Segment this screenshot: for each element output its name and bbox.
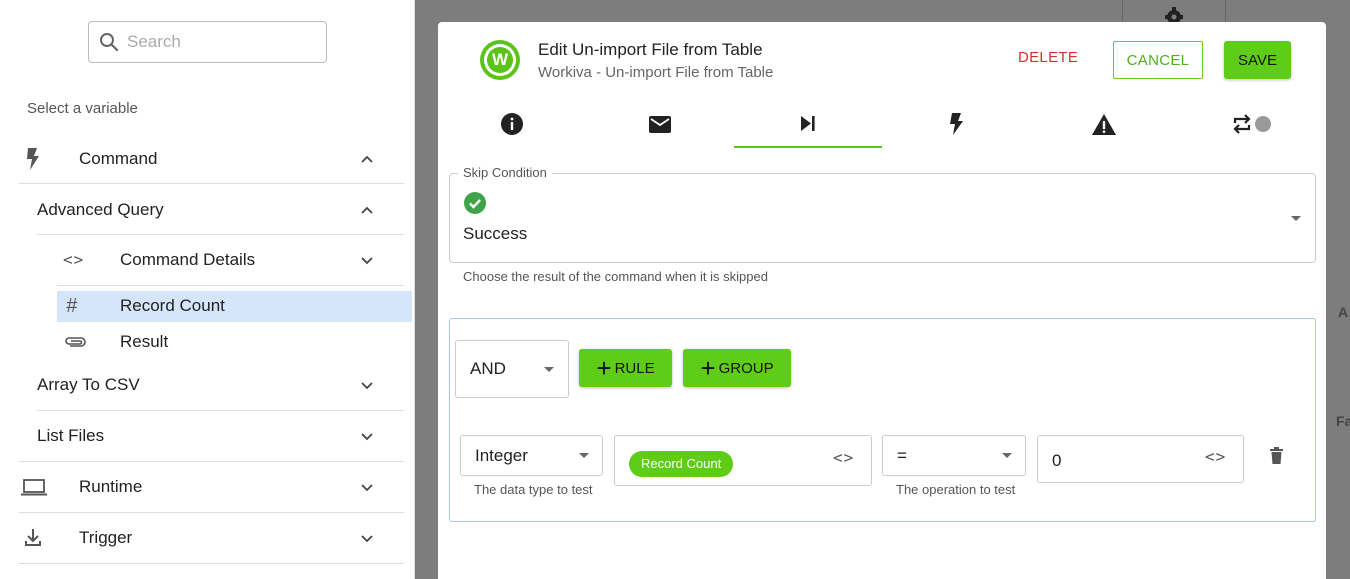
- variable-chip[interactable]: Record Count: [629, 451, 734, 477]
- value-input[interactable]: 0: [1052, 451, 1061, 471]
- operator-select[interactable]: =: [882, 435, 1026, 476]
- check-circle-icon: [464, 192, 486, 214]
- group-array-to-csv[interactable]: Array To CSV: [37, 366, 404, 404]
- laptop-icon: [21, 479, 47, 496]
- add-group-label: GROUP: [718, 359, 774, 377]
- data-type-value: Integer: [475, 446, 528, 465]
- skip-condition-helper: Choose the result of the command when it…: [463, 269, 768, 284]
- repeat-toggle-icon: [1233, 114, 1271, 134]
- divider: [19, 183, 404, 184]
- group-advanced-query[interactable]: Advanced Query: [37, 191, 404, 229]
- variable-field[interactable]: Record Count <>: [614, 435, 872, 486]
- chevron-down-icon[interactable]: [360, 429, 374, 443]
- divider: [19, 512, 404, 513]
- chevron-up-icon[interactable]: [360, 152, 374, 166]
- tab-notifications[interactable]: [586, 100, 734, 148]
- group-command-details-label: Command Details: [120, 250, 256, 269]
- backdrop-text: Fa: [1336, 413, 1350, 429]
- group-command-label: Command: [79, 149, 158, 168]
- group-list-files[interactable]: List Files: [37, 417, 404, 455]
- group-command[interactable]: Command: [19, 140, 404, 178]
- tab-repeat[interactable]: [1178, 100, 1326, 148]
- dropdown-arrow-icon[interactable]: [1291, 216, 1301, 221]
- value-field[interactable]: 0 <>: [1037, 435, 1244, 483]
- skip-condition-select[interactable]: [449, 173, 1316, 263]
- divider: [57, 285, 404, 286]
- dropdown-arrow-icon: [544, 367, 554, 372]
- delete-button[interactable]: DELETE: [1018, 49, 1078, 66]
- dialog-tabs: [438, 100, 1326, 148]
- chevron-down-icon[interactable]: [360, 480, 374, 494]
- search-input[interactable]: [127, 32, 317, 52]
- add-group-button[interactable]: + GROUP: [683, 349, 791, 387]
- chevron-down-icon[interactable]: [360, 531, 374, 545]
- group-runtime[interactable]: Runtime: [19, 468, 404, 506]
- code-icon[interactable]: <>: [1205, 447, 1226, 466]
- group-advanced-query-label: Advanced Query: [37, 200, 164, 219]
- tab-info[interactable]: [438, 100, 586, 148]
- data-type-helper: The data type to test: [474, 482, 593, 497]
- group-array-to-csv-label: Array To CSV: [37, 375, 140, 394]
- variable-panel: Select a variable Command Advanced Query…: [0, 0, 415, 579]
- info-icon: [501, 113, 523, 135]
- dropdown-arrow-icon: [1002, 453, 1012, 458]
- dropdown-arrow-icon: [579, 453, 589, 458]
- group-trigger-label: Trigger: [79, 528, 133, 547]
- skip-next-icon: [801, 115, 815, 131]
- download-arrow-icon: [25, 529, 41, 546]
- chevron-down-icon[interactable]: [360, 378, 374, 392]
- hash-icon: #: [66, 295, 78, 317]
- chevron-down-icon[interactable]: [360, 253, 374, 267]
- dialog-subtitle: Workiva - Un-import File from Table: [538, 64, 774, 81]
- group-command-details[interactable]: <> Command Details: [57, 241, 404, 279]
- cancel-button[interactable]: CANCEL: [1113, 41, 1203, 79]
- edit-command-dialog: W Edit Un-import File from Table Workiva…: [438, 22, 1326, 579]
- divider: [37, 234, 404, 235]
- trash-icon[interactable]: [1270, 447, 1283, 464]
- chevron-up-icon[interactable]: [360, 203, 374, 217]
- divider: [37, 410, 404, 411]
- variable-record-count[interactable]: # Record Count: [57, 291, 412, 322]
- tab-triggers[interactable]: [882, 100, 1030, 148]
- add-rule-button[interactable]: + RULE: [579, 349, 672, 387]
- skip-condition-label: Skip Condition: [458, 165, 552, 180]
- search-box[interactable]: [88, 21, 327, 63]
- add-rule-label: RULE: [614, 359, 655, 377]
- select-variable-label: Select a variable: [27, 100, 138, 117]
- code-icon: <>: [63, 250, 85, 269]
- divider: [19, 461, 404, 462]
- combinator-select[interactable]: AND: [455, 340, 569, 398]
- combinator-value: AND: [470, 359, 506, 378]
- workiva-logo-letter: W: [487, 47, 513, 73]
- tab-errors[interactable]: [1030, 100, 1178, 148]
- code-icon[interactable]: <>: [833, 448, 854, 467]
- data-type-select[interactable]: Integer: [460, 435, 603, 476]
- variable-record-count-label: Record Count: [120, 296, 225, 315]
- operator-helper: The operation to test: [896, 482, 1016, 497]
- group-list-files-label: List Files: [37, 426, 105, 445]
- dialog-title: Edit Un-import File from Table: [538, 40, 763, 59]
- bolt-icon: [950, 113, 963, 135]
- mail-icon: [649, 115, 671, 133]
- divider: [19, 563, 404, 564]
- warning-icon: [1092, 113, 1116, 135]
- search-icon: [100, 33, 119, 52]
- group-runtime-label: Runtime: [79, 477, 143, 496]
- paperclip-icon: [65, 337, 86, 347]
- bolt-icon: [27, 148, 39, 170]
- gear-icon: [1165, 7, 1183, 22]
- group-trigger[interactable]: Trigger: [19, 519, 404, 557]
- operator-value: =: [897, 446, 907, 465]
- save-button[interactable]: SAVE: [1224, 41, 1291, 79]
- plus-icon: +: [596, 353, 612, 383]
- tab-skip[interactable]: [734, 100, 882, 148]
- workiva-logo: W: [480, 40, 520, 80]
- backdrop-text: A: [1338, 304, 1349, 320]
- backdrop-divider: [1122, 0, 1123, 22]
- plus-icon: +: [700, 353, 716, 383]
- variable-result[interactable]: Result: [57, 328, 412, 356]
- skip-condition-value: Success: [463, 224, 528, 243]
- backdrop-divider: [1225, 0, 1226, 22]
- variable-result-label: Result: [120, 332, 169, 351]
